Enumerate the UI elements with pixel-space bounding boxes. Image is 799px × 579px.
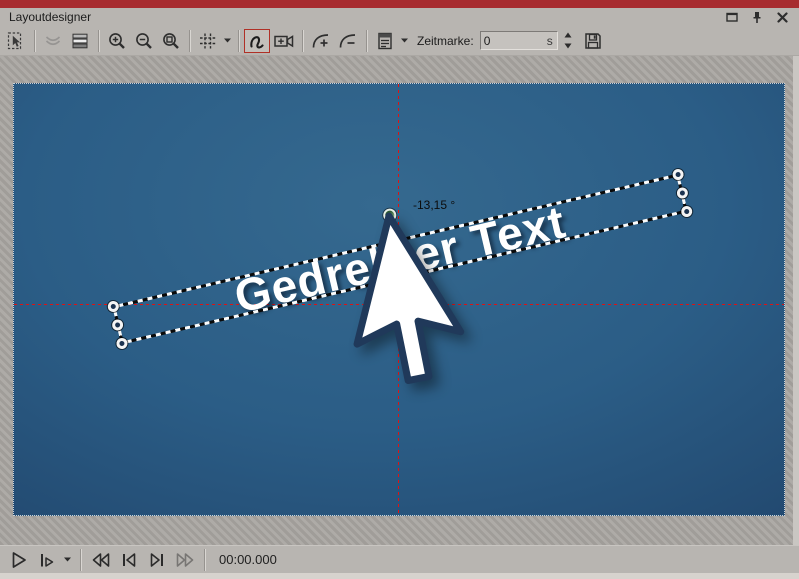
chevron-up-icon: [564, 32, 572, 38]
window-buttons: [724, 10, 790, 24]
play-from-here-icon: [40, 553, 53, 567]
play-icon: [12, 551, 26, 568]
rewind-button[interactable]: [88, 549, 113, 571]
layers-icon: [72, 33, 88, 48]
playback-toolbar: 00:00.000: [0, 545, 799, 573]
close-icon: [776, 11, 788, 23]
toolbar-separator: [366, 29, 367, 52]
zeitmarke-spinner: [562, 31, 575, 50]
play-button[interactable]: [6, 549, 31, 571]
rotation-angle-label: -13,15 °: [413, 198, 456, 212]
chevron-down-icon: [564, 43, 572, 49]
layoutdesigner-panel: Layoutdesigner Zeitmarke: 0 s Gedrehter …: [0, 0, 799, 579]
toolbar-separator: [302, 29, 303, 52]
save-button[interactable]: [580, 29, 606, 53]
selection-border-top: [113, 173, 679, 309]
timeline-column-icon: [378, 32, 392, 49]
camera-button[interactable]: [271, 29, 297, 53]
play-from-here-button[interactable]: [34, 549, 59, 571]
spinner-down-button[interactable]: [562, 42, 575, 50]
timeline-column-button[interactable]: [372, 29, 398, 53]
zoom-in-icon: [109, 32, 125, 49]
pin-button[interactable]: [749, 10, 765, 24]
keyframe-remove-icon: [339, 33, 356, 48]
skip-to-start-icon: [122, 552, 135, 567]
close-button[interactable]: [774, 10, 790, 24]
skip-to-end-icon: [150, 552, 163, 567]
rotation-handle[interactable]: [381, 207, 398, 223]
motion-path-button[interactable]: [244, 28, 270, 53]
resize-handle-bottom-right[interactable]: [680, 204, 694, 219]
pin-icon: [753, 11, 761, 23]
maximize-button[interactable]: [724, 10, 740, 24]
playback-time-display: 00:00.000: [219, 552, 277, 567]
maximize-icon: [726, 12, 738, 22]
skip-to-start-button[interactable]: [116, 549, 141, 571]
playbar-separator: [80, 548, 81, 571]
timeline-column-dropdown-button[interactable]: [399, 29, 410, 53]
zoom-out-button[interactable]: [131, 29, 157, 53]
chevron-down-icon: [224, 38, 231, 43]
rewind-icon: [92, 552, 109, 567]
select-tool-icon: [7, 31, 22, 49]
playbar-separator: [204, 548, 205, 571]
selected-text-object[interactable]: Gedrehter Text: [106, 167, 694, 351]
mouse-cursor: [353, 212, 465, 385]
keyframe-add-icon: [312, 33, 329, 48]
titlebar[interactable]: Layoutdesigner: [0, 8, 799, 26]
grid-icon: [200, 33, 216, 48]
panel-title: Layoutdesigner: [9, 10, 92, 24]
zeitmarke-input[interactable]: [480, 33, 547, 48]
grid-dropdown-button[interactable]: [222, 29, 233, 53]
toolbar: Zeitmarke: s: [0, 26, 799, 56]
zeitmarke-label: Zeitmarke:: [417, 33, 474, 48]
panel-bottom-edge: [0, 573, 799, 579]
zoom-in-button[interactable]: [104, 29, 130, 53]
toolbar-separator: [34, 29, 35, 52]
fast-forward-icon: [176, 552, 193, 567]
camera-icon: [274, 34, 294, 47]
smooth-curve-icon: [45, 35, 61, 45]
keyframe-remove-button[interactable]: [335, 29, 361, 53]
skip-to-end-button[interactable]: [144, 549, 169, 571]
play-options-dropdown-button[interactable]: [62, 548, 73, 572]
spinner-up-button[interactable]: [562, 31, 575, 39]
panel-accent-bar: [0, 0, 799, 8]
zeitmarke-field: s: [479, 31, 558, 50]
layout-canvas[interactable]: Gedrehter Text -13,15 °: [13, 83, 785, 516]
smooth-curve-button[interactable]: [40, 29, 66, 53]
toolbar-separator: [98, 29, 99, 52]
save-icon: [584, 32, 601, 49]
toolbar-separator: [238, 29, 239, 52]
select-tool-button[interactable]: [3, 29, 29, 53]
chevron-down-icon: [401, 38, 408, 43]
crosshair-vertical: [398, 84, 399, 515]
chevron-down-icon: [64, 557, 71, 562]
zoom-out-icon: [136, 32, 152, 49]
motion-path-icon: [250, 35, 264, 49]
keyframe-add-button[interactable]: [308, 29, 334, 53]
text-object-content: Gedrehter Text: [229, 195, 571, 323]
zeitmarke-unit: s: [546, 33, 553, 48]
zoom-fit-icon: [163, 32, 179, 49]
fast-forward-button[interactable]: [172, 549, 197, 571]
grid-button[interactable]: [195, 29, 221, 53]
zoom-fit-button[interactable]: [158, 29, 184, 53]
toolbar-separator: [189, 29, 190, 52]
workarea: Gedrehter Text -13,15 °: [0, 56, 799, 545]
layers-button[interactable]: [67, 29, 93, 53]
